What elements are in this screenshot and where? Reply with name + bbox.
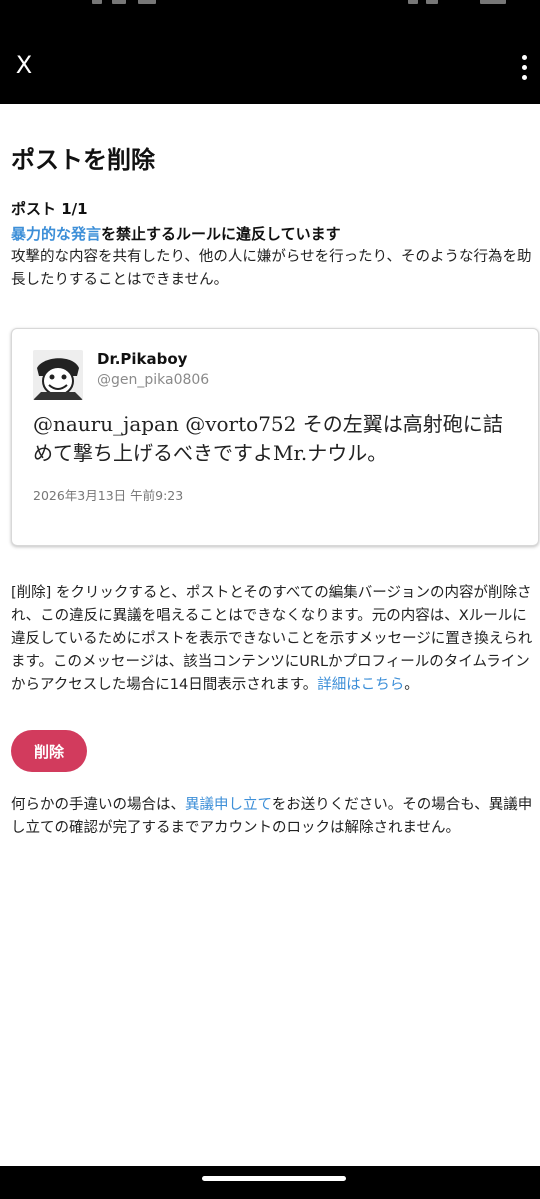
rule-description: 攻撃的な内容を共有したり、他の人に嫌がらせを行ったり、そのような行為を助長したり… (11, 249, 532, 288)
tweet-date: 2026年3月13日 午前9:23 (33, 488, 184, 503)
rule-violation-heading: 暴力的な発言を禁止するルールに違反しています (11, 223, 341, 244)
manga-character-avatar-icon (33, 350, 83, 400)
app-bar: X (0, 14, 540, 104)
appeal-text: 何らかの手違いの場合は、異議申し立てをお送りください。その場合も、異議申し立ての… (11, 794, 533, 840)
author-handle[interactable]: @gen_pika0806 (97, 372, 209, 388)
notice-end: 。 (404, 677, 419, 693)
tweet-card: Dr.Pikaboy @gen_pika0806 @nauru_japan @v… (11, 328, 539, 546)
home-gesture-handle[interactable] (202, 1176, 346, 1181)
author-name[interactable]: Dr.Pikaboy (97, 350, 187, 368)
rule-link[interactable]: 暴力的な発言 (11, 225, 101, 243)
notice-text: [削除] をクリックすると、ポストとそのすべての編集バージョンの内容が削除され、… (11, 585, 533, 693)
system-nav-bar (0, 1166, 540, 1199)
delete-notice: [削除] をクリックすると、ポストとそのすべての編集バージョンの内容が削除され、… (11, 582, 533, 697)
status-bar (0, 0, 540, 14)
tweet-text: @nauru_japan @vorto752 その左翼は高射砲に詰めて撃ち上げる… (33, 412, 503, 465)
rule-suffix: を禁止するルールに違反しています (101, 225, 341, 243)
learn-more-link[interactable]: 詳細はこちら (317, 677, 404, 693)
close-icon[interactable]: X (12, 50, 36, 80)
delete-button[interactable]: 削除 (11, 730, 87, 772)
status-icon (112, 0, 126, 4)
avatar (33, 350, 83, 400)
battery-icon (480, 0, 506, 4)
appeal-link[interactable]: 異議申し立て (185, 797, 272, 813)
status-icon (408, 0, 418, 4)
appeal-prefix: 何らかの手違いの場合は、 (11, 797, 185, 813)
status-icon (138, 0, 156, 4)
post-counter: ポスト 1/1 (11, 200, 88, 218)
more-menu-icon[interactable] (514, 52, 534, 82)
page-title: ポストを削除 (11, 146, 155, 174)
status-icon (92, 0, 102, 4)
status-icon (426, 0, 438, 4)
